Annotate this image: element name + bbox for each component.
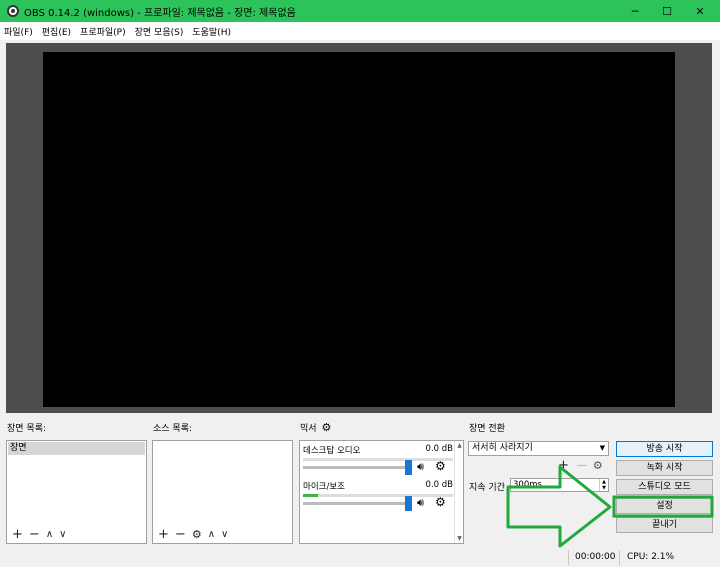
transition-select[interactable]: 서서히 사라지기 ▼ — [468, 441, 609, 456]
preview-canvas[interactable] — [43, 52, 675, 407]
menu-scene-collection[interactable]: 장면 모음(S) — [135, 25, 184, 38]
close-button[interactable]: ✕ — [682, 0, 718, 22]
obs-logo-icon — [7, 5, 19, 17]
add-transition-icon[interactable]: + — [558, 459, 569, 472]
scene-list-item[interactable]: 장면 — [8, 442, 145, 455]
source-toolbar: + − ⚙ ∧ ∨ — [158, 528, 234, 541]
remove-source-icon[interactable]: − — [175, 528, 186, 541]
transitions-title: 장면 전환 — [469, 424, 505, 434]
spin-arrows-icon[interactable]: ▲ ▼ — [599, 479, 608, 491]
duration-spinbox[interactable]: 300ms ▲ ▼ — [510, 478, 609, 492]
menu-edit[interactable]: 편집(E) — [42, 25, 71, 38]
audio-meter-level — [303, 494, 318, 497]
mixer-gear-icon[interactable]: ⚙ — [321, 421, 331, 434]
mixer-channel: 마이크/보조 0.0 dB 🔊︎ ⚙ — [303, 480, 453, 524]
minimize-button[interactable]: ─ — [617, 0, 653, 22]
window-title: OBS 0.14.2 (windows) - 프로파일: 제목없음 - 장면: … — [24, 7, 296, 19]
mixer-title: 믹서 ⚙ — [300, 421, 331, 434]
settings-button[interactable]: 설정 — [616, 498, 713, 514]
studio-mode-button[interactable]: 스튜디오 모드 — [616, 479, 713, 495]
move-source-up-icon[interactable]: ∧ — [208, 529, 215, 540]
speaker-icon[interactable]: 🔊︎ — [417, 460, 424, 474]
sources-title: 소스 목록: — [153, 424, 193, 434]
audio-meter — [303, 494, 453, 497]
channel-name: 마이크/보조 — [303, 482, 345, 492]
start-streaming-button[interactable]: 방송 시작 — [616, 441, 713, 457]
mixer-title-label: 믹서 — [300, 424, 317, 434]
add-scene-icon[interactable]: + — [12, 528, 23, 541]
title-bar: OBS 0.14.2 (windows) - 프로파일: 제목없음 - 장면: … — [0, 0, 720, 22]
status-divider — [568, 550, 569, 565]
scroll-down-icon[interactable]: ▼ — [455, 535, 463, 542]
move-scene-up-icon[interactable]: ∧ — [46, 529, 53, 540]
add-source-icon[interactable]: + — [158, 528, 169, 541]
audio-meter — [303, 458, 453, 461]
exit-button[interactable]: 끝내기 — [616, 517, 713, 533]
menu-file[interactable]: 파일(F) — [4, 25, 33, 38]
duration-value: 300ms — [513, 480, 542, 490]
status-divider — [619, 550, 620, 565]
scene-toolbar: + − ∧ ∨ — [12, 528, 72, 541]
source-properties-gear-icon[interactable]: ⚙ — [192, 529, 202, 540]
scenes-title: 장면 목록: — [7, 424, 47, 434]
status-time: 00:00:00 — [575, 552, 616, 562]
duration-label: 지속 기간 — [469, 483, 505, 493]
volume-slider-handle[interactable] — [405, 496, 412, 511]
channel-db: 0.0 dB — [425, 480, 453, 490]
chevron-down-icon: ▼ — [599, 444, 605, 452]
volume-slider-handle[interactable] — [405, 460, 412, 475]
move-source-down-icon[interactable]: ∨ — [221, 529, 228, 540]
volume-slider[interactable] — [303, 466, 411, 469]
volume-slider[interactable] — [303, 502, 411, 505]
remove-transition-icon[interactable]: — — [577, 460, 587, 471]
transition-select-value: 서서히 사라지기 — [472, 443, 533, 453]
source-list[interactable]: + − ⚙ ∧ ∨ — [152, 440, 293, 544]
menu-help[interactable]: 도움말(H) — [192, 25, 231, 38]
remove-scene-icon[interactable]: − — [29, 528, 40, 541]
start-recording-button[interactable]: 녹화 시작 — [616, 460, 713, 476]
menu-bar: 파일(F) 편집(E) 프로파일(P) 장면 모음(S) 도움말(H) — [0, 22, 720, 40]
scene-list[interactable]: 장면 + − ∧ ∨ — [6, 440, 147, 544]
channel-name: 데스크탑 오디오 — [303, 446, 361, 456]
channel-db: 0.0 dB — [425, 444, 453, 454]
mixer-scrollbar[interactable]: ▲ ▼ — [454, 441, 463, 543]
menu-profile[interactable]: 프로파일(P) — [80, 25, 126, 38]
transition-toolbar: + — ⚙ — [558, 459, 609, 472]
speaker-icon[interactable]: 🔊︎ — [417, 496, 424, 510]
maximize-button[interactable]: ☐ — [649, 0, 685, 22]
channel-gear-icon[interactable]: ⚙ — [435, 495, 446, 509]
channel-gear-icon[interactable]: ⚙ — [435, 459, 446, 473]
transition-gear-icon[interactable]: ⚙ — [593, 460, 603, 471]
status-cpu: CPU: 2.1% — [627, 552, 675, 562]
preview-area — [6, 43, 712, 413]
move-scene-down-icon[interactable]: ∨ — [59, 529, 66, 540]
status-bar: 00:00:00 CPU: 2.1% — [0, 548, 720, 567]
mixer-panel: 데스크탑 오디오 0.0 dB 🔊︎ ⚙ 마이크/보조 0.0 dB 🔊︎ ⚙ … — [299, 440, 464, 544]
scroll-up-icon[interactable]: ▲ — [455, 442, 463, 449]
